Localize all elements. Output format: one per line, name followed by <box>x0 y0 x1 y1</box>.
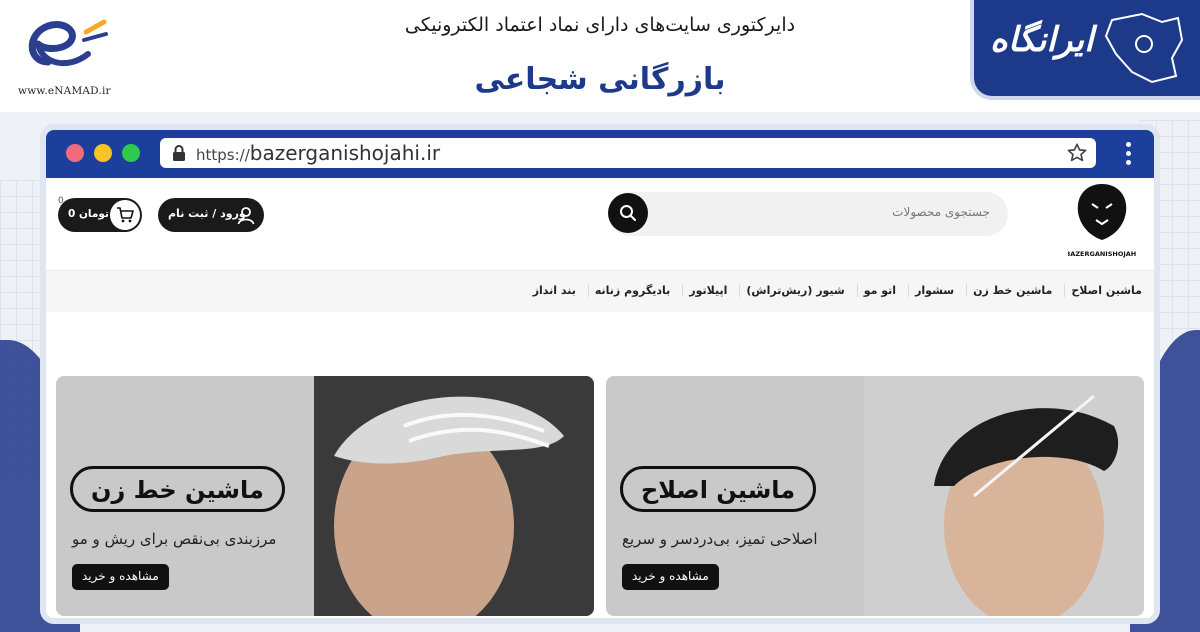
cart-icon-wrap <box>110 200 140 230</box>
page-title: دایرکتوری سایت‌های دارای نماد اعتماد الک… <box>404 14 796 36</box>
business-name: بازرگانی شجاعی <box>474 62 726 97</box>
cart-icon <box>117 207 134 223</box>
nav-item-clipper[interactable]: ماشین اصلاح <box>1064 284 1148 297</box>
browser-toolbar: https://bazerganishojahi.ir <box>46 130 1154 178</box>
search-button[interactable] <box>608 193 648 233</box>
maximize-window-button[interactable] <box>122 144 140 162</box>
nav-item-hair-dryer[interactable]: سشوار <box>908 284 960 297</box>
nav-item-trimmer[interactable]: ماشین خط زن <box>966 284 1058 297</box>
browser-window: https://bazerganishojahi.ir 0 تومان 0 ور… <box>40 124 1160 624</box>
view-and-buy-button[interactable]: مشاهده و خرید <box>72 564 169 590</box>
lock-icon <box>173 145 185 161</box>
view-and-buy-button[interactable]: مشاهده و خرید <box>622 564 719 590</box>
close-window-button[interactable] <box>66 144 84 162</box>
url-protocol: https:// <box>196 146 250 164</box>
search-icon <box>620 205 636 221</box>
irangah-logo[interactable]: ایرانگاه <box>970 0 1200 100</box>
banner-title: ماشین اصلاح <box>620 466 817 512</box>
login-register-button[interactable]: ورود / ثبت نام <box>158 198 264 232</box>
directory-header: www.eNAMAD.ir دایرکتوری سایت‌های دارای ن… <box>0 0 1200 112</box>
banner-title: ماشین خط زن <box>70 466 285 512</box>
search-box: جستجوی محصولات <box>608 192 1008 236</box>
browser-menu-icon[interactable] <box>1126 142 1132 166</box>
irangah-brand: ایرانگاه <box>990 20 1094 60</box>
nav-item-hair-straightener[interactable]: اتو مو <box>856 284 902 297</box>
nav-item-body-groomer[interactable]: بادیگروم زنانه <box>587 284 676 297</box>
minimize-window-button[interactable] <box>94 144 112 162</box>
site-logo[interactable]: BAZERGANISHOJAHI <box>1065 180 1139 264</box>
cart-total: 0 تومان <box>68 208 109 220</box>
lion-logo-icon: BAZERGANISHOJAHI <box>1065 184 1139 258</box>
enamad-url: www.eNAMAD.ir <box>18 85 111 97</box>
iran-map-icon <box>1104 12 1184 84</box>
nav-item-threading[interactable]: بند انداز <box>527 284 582 297</box>
address-bar[interactable]: https://bazerganishojahi.ir <box>160 138 1096 168</box>
url-text: https://bazerganishojahi.ir <box>196 141 440 165</box>
banner-description: مرزبندی بی‌نقص برای ریش و مو <box>72 530 277 548</box>
banner-clipper[interactable]: ماشین اصلاح اصلاحی تمیز، بی‌دردسر و سریع… <box>606 376 1144 616</box>
user-icon <box>237 207 255 225</box>
bookmark-star-icon[interactable] <box>1066 142 1088 164</box>
login-label: ورود / ثبت نام <box>168 207 246 220</box>
enamad-e-icon <box>28 19 108 66</box>
cart-count: 0 <box>58 196 64 206</box>
enamad-logo[interactable]: www.eNAMAD.ir <box>8 4 118 100</box>
barber-photo-image <box>864 376 1144 616</box>
cart-button[interactable]: 0 تومان <box>58 198 142 232</box>
nav-item-shaver[interactable]: شیور (ریش‌تراش) <box>739 284 850 297</box>
category-nav-list: ماشین اصلاح ماشین خط زن سشوار اتو مو شیو… <box>521 284 1148 297</box>
site-header: 0 تومان 0 ورود / ثبت نام جستجوی محصولات … <box>46 178 1154 268</box>
category-nav: ماشین اصلاح ماشین خط زن سشوار اتو مو شیو… <box>46 270 1154 312</box>
barber-photo-image <box>314 376 594 616</box>
search-input[interactable]: جستجوی محصولات <box>892 205 990 219</box>
logo-text: BAZERGANISHOJAHI <box>1068 250 1136 258</box>
banner-trimmer[interactable]: ماشین خط زن مرزبندی بی‌نقص برای ریش و مو… <box>56 376 594 616</box>
url-domain: bazerganishojahi.ir <box>249 141 441 165</box>
banner-description: اصلاحی تمیز، بی‌دردسر و سریع <box>622 530 818 548</box>
nav-item-epilator[interactable]: اپیلاتور <box>682 284 733 297</box>
